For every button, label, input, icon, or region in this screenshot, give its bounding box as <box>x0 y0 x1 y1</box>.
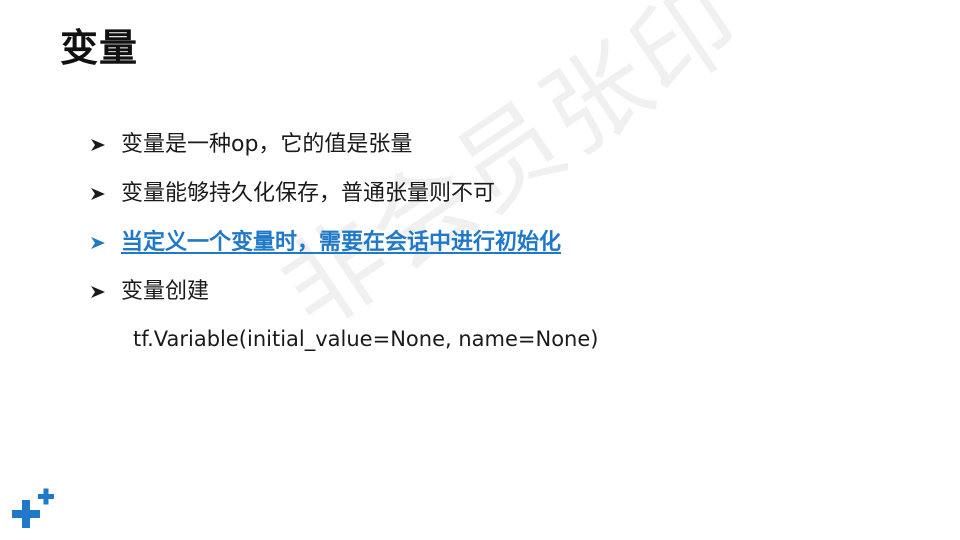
slide: 非会员张印 变量 变量是一种op，它的值是张量 变量能够持久化保存，普通张量则不… <box>0 0 960 540</box>
bullet-item: 变量能够持久化保存，普通张量则不可 <box>88 177 561 211</box>
arrow-bullet-icon <box>91 188 105 200</box>
bullet-text: 当定义一个变量时，需要在会话中进行初始化 <box>121 230 562 255</box>
bullet-item: 变量是一种op，它的值是张量 <box>88 128 561 162</box>
arrow-bullet-icon <box>91 237 105 249</box>
bullet-list: 变量是一种op，它的值是张量 变量能够持久化保存，普通张量则不可 当定义一个变量… <box>88 128 561 324</box>
bullet-text: 变量是一种op，它的值是张量 <box>121 132 413 157</box>
arrow-bullet-icon <box>91 286 105 298</box>
bullet-item-highlighted: 当定义一个变量时，需要在会话中进行初始化 <box>88 226 561 260</box>
code-example: tf.Variable(initial_value=None, name=Non… <box>133 327 599 351</box>
slide-title: 变量 <box>60 26 139 70</box>
bullet-item: 变量创建 <box>88 275 561 309</box>
plus-logo-icon <box>12 488 54 528</box>
bullet-text: 变量能够持久化保存，普通张量则不可 <box>121 181 496 206</box>
bullet-text: 变量创建 <box>121 279 210 304</box>
arrow-bullet-icon <box>91 139 105 151</box>
